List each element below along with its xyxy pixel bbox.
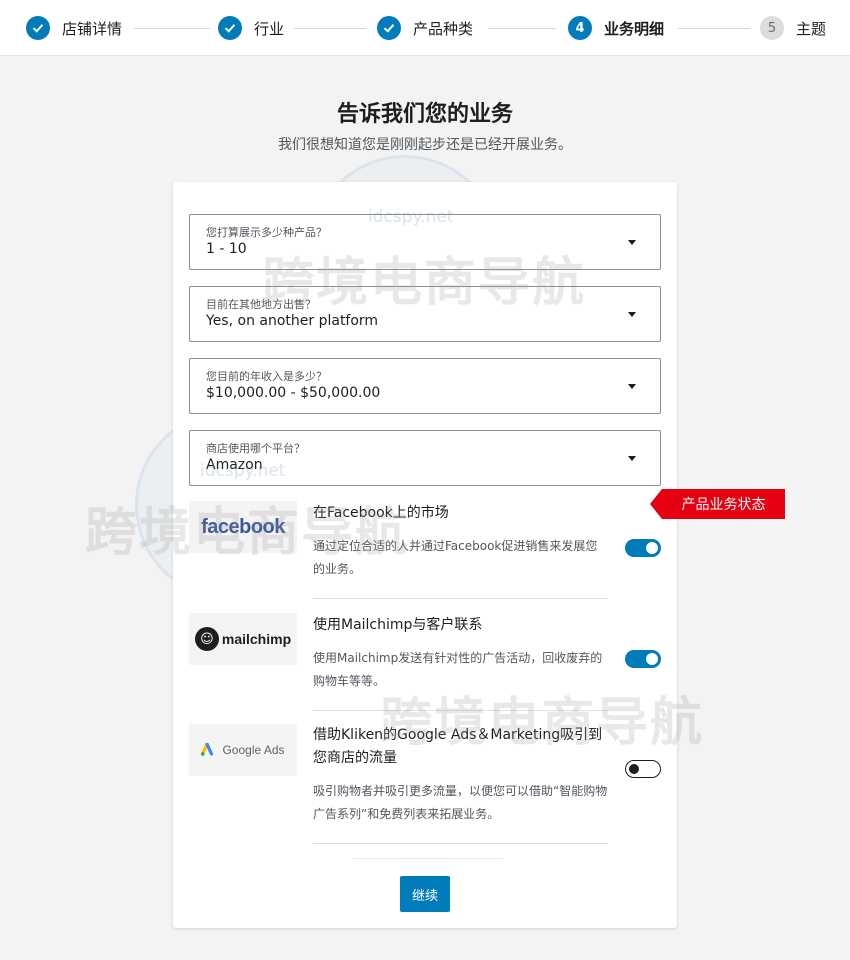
dropdown-arrow-icon <box>628 312 636 317</box>
continue-button[interactable]: 继续 <box>400 876 450 912</box>
extension-desc: 吸引购物者并吸引更多流量，以便您可以借助“智能购物广告系列”和免费列表来拓展业务… <box>313 784 608 821</box>
step-business-details[interactable]: 4 业务明细 <box>568 0 664 56</box>
page-title: 告诉我们您的业务 <box>336 102 513 127</box>
product-count-select[interactable]: 您打算展示多少种产品？ 1 - 10 <box>189 214 661 270</box>
field-value: $10,000.00 - $50,000.00 <box>206 385 381 401</box>
platform-select[interactable]: 商店使用哪个平台？ Amazon <box>189 430 661 486</box>
divider <box>313 843 608 844</box>
extension-title: 在Facebook上的市场 <box>313 505 449 521</box>
mailchimp-toggle[interactable] <box>625 650 661 668</box>
dropdown-arrow-icon <box>628 384 636 389</box>
step-connector <box>488 28 556 29</box>
step-theme[interactable]: 5 主题 <box>760 0 826 56</box>
step-label: 店铺详情 <box>62 19 123 38</box>
annotation-arrow-icon <box>650 489 662 519</box>
dropdown-arrow-icon <box>628 240 636 245</box>
field-label: 您打算展示多少种产品？ <box>206 226 327 239</box>
divider <box>353 858 503 859</box>
field-label: 商店使用哪个平台？ <box>206 442 305 455</box>
check-icon <box>377 16 401 40</box>
extension-title: 借助Kliken的Google Ads＆Marketing吸引到您商店的流量 <box>313 727 603 766</box>
field-value: Yes, on another platform <box>206 313 379 329</box>
check-icon <box>26 16 50 40</box>
mailchimp-icon: ☺ <box>194 627 219 651</box>
step-label: 业务明细 <box>604 19 665 38</box>
step-industry[interactable]: 行业 <box>218 0 284 56</box>
extension-mailchimp: ☺ mailchimp 使用Mailchimp与客户联系 使用Mailchimp… <box>189 612 608 712</box>
step-label: 主题 <box>796 19 827 38</box>
business-details-card: 您打算展示多少种产品？ 1 - 10 目前在其他地方出售？ Yes, on an… <box>173 182 677 928</box>
field-value: Amazon <box>206 457 263 473</box>
annual-revenue-select[interactable]: 您目前的年收入是多少？ $10,000.00 - $50,000.00 <box>189 358 661 414</box>
step-connector <box>678 28 750 29</box>
extension-desc: 使用Mailchimp发送有针对性的广告活动，回收废弃的购物车等等。 <box>313 651 603 688</box>
mailchimp-logo: ☺ mailchimp <box>189 613 297 665</box>
field-value: 1 - 10 <box>206 241 247 257</box>
check-icon <box>218 16 242 40</box>
divider <box>313 710 608 711</box>
step-label: 行业 <box>254 19 285 38</box>
dropdown-arrow-icon <box>628 456 636 461</box>
step-number: 4 <box>568 16 592 40</box>
step-number: 5 <box>760 16 784 40</box>
annotation-label: 产品业务状态 <box>662 489 785 519</box>
divider <box>313 598 608 599</box>
step-product-types[interactable]: 产品种类 <box>377 0 473 56</box>
field-label: 目前在其他地方出售？ <box>206 298 316 311</box>
google-ads-icon <box>201 743 214 756</box>
selling-elsewhere-select[interactable]: 目前在其他地方出售？ Yes, on another platform <box>189 286 661 342</box>
extension-desc: 通过定位合适的人并通过Facebook促进销售来发展您的业务。 <box>313 539 598 576</box>
extension-google-ads: Google Ads 借助Kliken的Google Ads＆Marketing… <box>189 723 608 848</box>
step-connector <box>134 28 210 29</box>
facebook-toggle[interactable] <box>625 539 661 557</box>
field-label: 您目前的年收入是多少？ <box>206 370 327 383</box>
extension-facebook: facebook 在Facebook上的市场 通过定位合适的人并通过Facebo… <box>189 500 608 600</box>
google-ads-logo: Google Ads <box>189 724 297 776</box>
step-connector <box>294 28 366 29</box>
step-label: 产品种类 <box>413 19 474 38</box>
facebook-logo: facebook <box>189 501 297 553</box>
google-ads-toggle[interactable] <box>625 760 661 778</box>
extension-title: 使用Mailchimp与客户联系 <box>313 617 483 633</box>
page-subtitle: 我们很想知道您是刚刚起步还是已经开展业务。 <box>278 137 572 153</box>
step-store-details[interactable]: 店铺详情 <box>26 0 122 56</box>
stepper: 店铺详情 行业 产品种类 4 业务明细 5 主题 <box>0 0 850 56</box>
